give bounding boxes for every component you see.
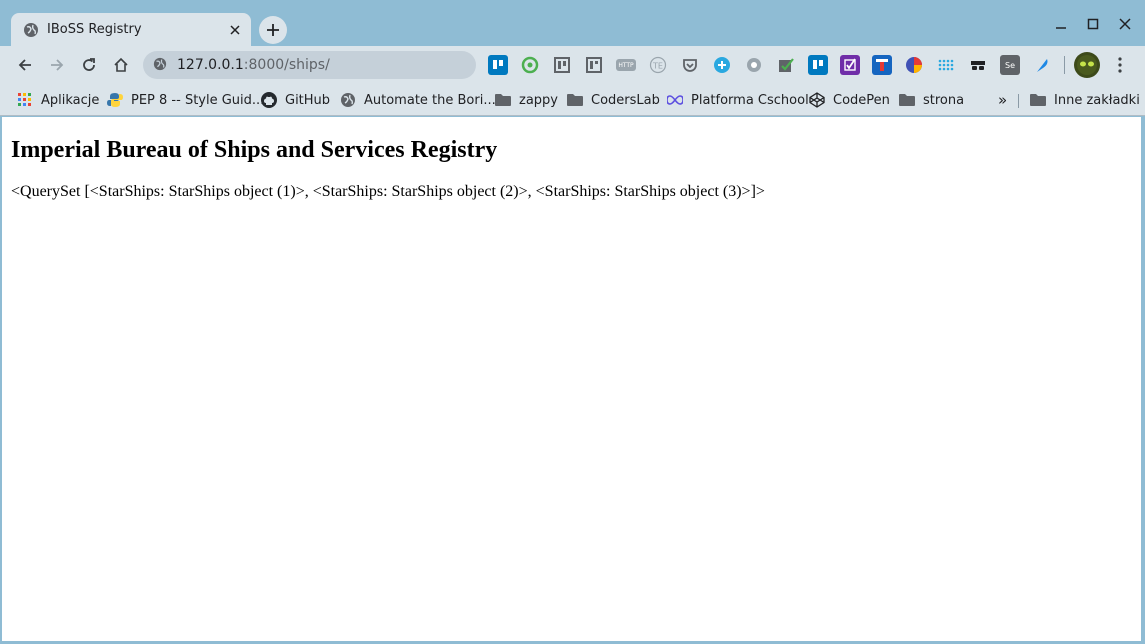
reload-button[interactable] [75,51,103,79]
forward-button[interactable] [43,51,71,79]
bookmark-label: zappy [519,92,558,108]
bookmark-folder-coderslab[interactable]: CodersLab [567,89,660,111]
url-path: :8000/ships/ [243,57,330,73]
bookmark-label: Platforma Cschool [691,92,809,108]
trello-board-extension-icon[interactable] [808,55,828,75]
bookmark-label: CodePen [833,92,890,108]
trello-extension-icon[interactable] [488,55,508,75]
bookmark-folder-strona[interactable]: strona [899,89,964,111]
reload-icon [83,58,95,71]
close-tab-icon[interactable] [225,20,245,40]
browser-tab[interactable]: IBoSS Registry [11,13,251,46]
bookmark-label: CodersLab [591,92,660,108]
plus-extension-icon[interactable] [712,55,732,75]
close-window-icon[interactable] [1115,14,1135,34]
back-button[interactable] [11,51,39,79]
checklist-extension-icon[interactable] [776,55,796,75]
dots-grid-extension-icon[interactable] [936,55,956,75]
globe-icon [23,22,39,38]
bookmark-label: GitHub [285,92,331,108]
other-bookmarks-folder[interactable]: Inne zakładki [1030,89,1140,111]
github-icon [261,92,277,108]
profile-avatar[interactable] [1074,52,1100,78]
back-arrow-icon [18,59,31,71]
te-extension-icon[interactable]: TE [648,55,668,75]
page-title: Imperial Bureau of Ships and Services Re… [11,137,498,163]
globe-icon [340,92,356,108]
infinity-icon [667,92,683,108]
bookmark-label: strona [923,92,965,108]
toolbar-separator [1064,56,1065,74]
bookmark-pep8[interactable]: PEP 8 -- Style Guid... [107,89,264,111]
svg-text:TE: TE [652,62,663,71]
bookmark-label: PEP 8 -- Style Guid... [131,92,265,108]
task-check-extension-icon[interactable] [840,55,860,75]
address-bar[interactable]: 127.0.0.1:8000/ships/ [143,51,476,79]
layout-extension-icon[interactable] [584,55,604,75]
bookmark-codepen[interactable]: CodePen [809,89,890,111]
minimize-icon[interactable] [1051,14,1071,34]
folder-icon [567,92,583,108]
bookmark-github[interactable]: GitHub [261,89,330,111]
folder-icon [495,92,511,108]
apps-grid-icon [17,92,33,108]
forward-arrow-icon [51,59,64,71]
pushbullet-extension-icon[interactable] [520,55,540,75]
bookmark-aplikacje[interactable]: Aplikacje [17,89,99,111]
bookmark-platforma-cschool[interactable]: Platforma Cschool [667,89,809,111]
bookmarks-separator [1018,94,1019,108]
alien-avatar-icon [1077,55,1097,75]
browser-toolbar: 127.0.0.1:8000/ships/ HTTP TE Se [0,46,1145,84]
maximize-icon[interactable] [1083,14,1103,34]
bookmark-label: Automate the Bori... [364,92,496,108]
pocket-extension-icon[interactable] [680,55,700,75]
board-extension-icon[interactable] [552,55,572,75]
page-content: Imperial Bureau of Ships and Services Re… [2,117,1141,641]
kebab-menu-icon [1118,57,1122,73]
red-bar-extension-icon[interactable] [872,55,892,75]
bookmarks-overflow-button[interactable]: » [998,89,1007,111]
feather-extension-icon[interactable] [1032,55,1052,75]
bookmark-folder-zappy[interactable]: zappy [495,89,558,111]
http-extension-icon[interactable]: HTTP [616,59,636,71]
tab-strip: IBoSS Registry [0,0,1145,46]
browser-menu-button[interactable] [1110,52,1130,78]
codepen-icon [809,92,825,108]
camera-extension-icon[interactable] [744,55,764,75]
tab-title: IBoSS Registry [47,22,142,37]
bookmark-automate[interactable]: Automate the Bori... [340,89,496,111]
bookmark-label: Inne zakładki [1054,92,1140,108]
color-wheel-extension-icon[interactable] [904,55,924,75]
queryset-output: <QuerySet [<StarShips: StarShips object … [11,183,765,200]
bookmark-label: Aplikacje [41,92,100,108]
selenium-extension-icon[interactable]: Se [1000,55,1020,75]
site-info-icon[interactable] [153,56,167,75]
folder-icon [1030,92,1046,108]
home-icon [114,57,128,72]
home-button[interactable] [107,51,135,79]
bookmarks-bar: Aplikacje PEP 8 -- Style Guid... GitHub … [0,84,1145,116]
python-icon [107,92,123,108]
url-text: 127.0.0.1:8000/ships/ [177,57,330,73]
incognito-extension-icon[interactable] [968,55,988,75]
url-host: 127.0.0.1 [177,57,244,73]
folder-icon [899,92,915,108]
new-tab-button[interactable] [259,16,287,44]
